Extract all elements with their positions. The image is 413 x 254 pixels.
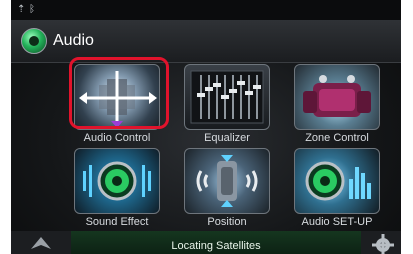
back-button[interactable] (21, 28, 47, 54)
zone-control-icon (294, 64, 380, 130)
sound-effect-button[interactable]: Sound Effect (64, 148, 170, 234)
sound-effect-label: Sound Effect (85, 216, 149, 228)
usb-icon: ⇡ (17, 4, 26, 15)
nav-button[interactable] (11, 231, 71, 254)
selection-highlight (69, 57, 169, 129)
sound-effect-icon (74, 148, 160, 214)
position-button[interactable]: Position (174, 148, 280, 234)
position-label: Position (207, 216, 247, 228)
status-bar: ⇡ ᛒ (11, 0, 401, 20)
gear-icon (372, 234, 394, 254)
settings-button[interactable] (361, 231, 401, 254)
page-title: Audio (53, 32, 94, 49)
back-icon (29, 36, 39, 46)
footer-bar: Locating Satellites (11, 231, 401, 254)
bluetooth-icon: ᛒ (29, 4, 35, 15)
audio-control-label: Audio Control (83, 132, 151, 144)
equalizer-button[interactable]: Equalizer (174, 64, 280, 150)
audio-setup-label: Audio SET-UP (301, 216, 373, 228)
status-text: Locating Satellites (171, 240, 261, 252)
header: Audio (11, 20, 401, 63)
audio-setup-button[interactable]: Audio SET-UP (284, 148, 390, 234)
zone-control-button[interactable]: Zone Control (284, 64, 390, 150)
position-icon (184, 148, 270, 214)
equalizer-icon (184, 64, 270, 130)
audio-screen: ⇡ ᛒ Audio Audio Control Equalizer Zone C… (11, 0, 401, 254)
audio-setup-icon (294, 148, 380, 214)
zone-control-label: Zone Control (305, 132, 369, 144)
navigation-icon (31, 237, 51, 249)
equalizer-label: Equalizer (204, 132, 250, 144)
